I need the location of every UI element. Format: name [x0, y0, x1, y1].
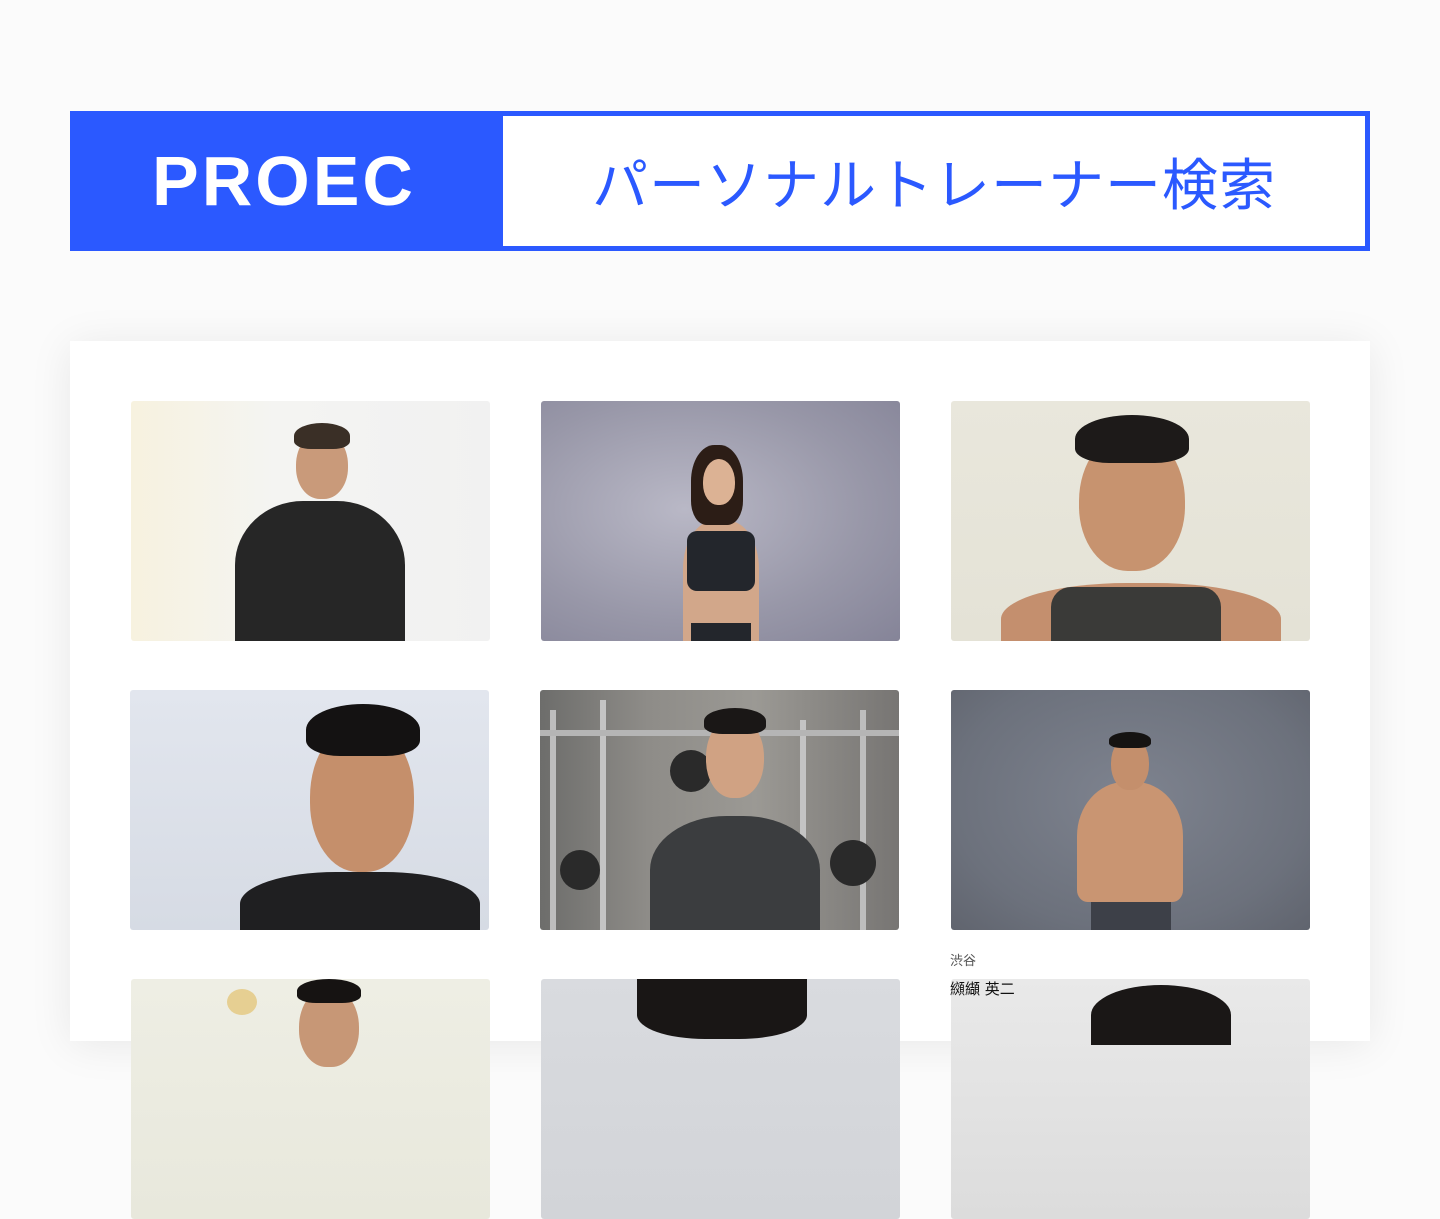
trainer-photo — [541, 401, 900, 641]
trainer-photo — [541, 979, 900, 1219]
trainer-meta: 渋谷 纐纈 英二 — [950, 950, 1310, 998]
trainer-photo — [540, 690, 899, 930]
trainer-photo — [131, 401, 490, 641]
trainer-photo — [951, 401, 1310, 641]
trainer-card[interactable] — [131, 401, 490, 641]
brand-logo[interactable]: PROEC — [70, 111, 498, 251]
trainer-photo — [951, 979, 1310, 1219]
trainer-card[interactable] — [541, 401, 900, 641]
page-title: パーソナルトレーナー検索 — [498, 111, 1370, 251]
trainer-card[interactable] — [131, 979, 490, 1219]
trainer-area-label: 渋谷 — [950, 954, 977, 969]
trainer-name[interactable]: 纐纈 英二 — [950, 978, 1015, 999]
trainer-grid-panel: 渋谷 纐纈 英二 — [70, 341, 1370, 1219]
trainer-card[interactable] — [951, 401, 1310, 641]
trainer-card[interactable] — [951, 690, 1310, 930]
trainer-card[interactable] — [130, 690, 489, 930]
site-header: PROEC パーソナルトレーナー検索 — [70, 111, 1370, 251]
trainer-card[interactable] — [541, 979, 900, 1219]
trainer-card[interactable] — [540, 690, 899, 930]
trainer-photo — [130, 690, 489, 930]
trainer-card[interactable] — [951, 979, 1310, 1219]
trainer-photo — [131, 979, 490, 1219]
trainer-photo — [951, 690, 1310, 930]
